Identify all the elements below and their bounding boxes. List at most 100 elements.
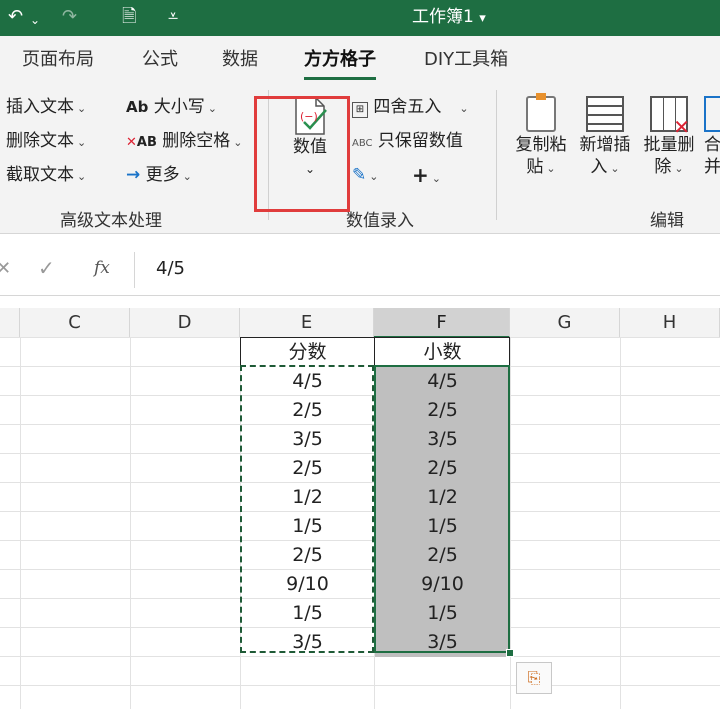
arrow-right-icon: → xyxy=(126,165,141,185)
keep-numbers-label: 只保留数值 xyxy=(377,131,463,151)
highlight-box xyxy=(254,96,350,212)
tab-diy-toolbox[interactable]: DIY工具箱 xyxy=(424,48,508,72)
group-label-edit: 编辑 xyxy=(650,211,684,231)
pencil-icon: ✎ xyxy=(352,165,367,185)
merge-icon xyxy=(704,96,720,132)
ab-glyph: AB xyxy=(136,135,157,150)
formula-bar-divider xyxy=(134,252,135,288)
chevron-down-icon: ⌄ xyxy=(77,102,87,115)
grid-line xyxy=(20,338,21,709)
fill-handle[interactable] xyxy=(506,649,514,657)
group-label-advanced-text: 高级文本处理 xyxy=(60,211,162,231)
formula-input[interactable]: 4/5 xyxy=(156,258,185,279)
tab-fangfang-gezi[interactable]: 方方格子 xyxy=(304,48,376,80)
grid-line xyxy=(130,338,131,709)
remove-spaces-icon: ✕AB xyxy=(126,135,157,150)
chevron-down-icon: ⌄ xyxy=(369,170,379,183)
tab-data[interactable]: 数据 xyxy=(222,48,258,72)
formula-bar: ✕ ✓ fx 4/5 xyxy=(0,244,720,296)
abc-icon: ABC xyxy=(352,138,373,149)
batch-delete-label-2: 除 xyxy=(654,157,672,177)
copy-paste-label-1: 复制粘 xyxy=(515,135,567,155)
chevron-down-icon: ⌄ xyxy=(233,136,243,149)
paste-options-icon[interactable]: ⎘ xyxy=(516,662,552,694)
case-icon: Ab xyxy=(126,98,149,116)
round-label: 四舍五入 xyxy=(373,97,442,117)
column-header-h[interactable]: H xyxy=(620,308,720,338)
workbook-title: 工作簿1 xyxy=(412,7,474,27)
chevron-down-icon: ⌄ xyxy=(459,102,469,115)
header-cell-decimal[interactable]: 小数 xyxy=(375,338,510,367)
customize-toolbar-icon[interactable]: ⩡ xyxy=(168,6,178,28)
insert-function-icon[interactable]: fx xyxy=(94,258,110,278)
table-border xyxy=(374,337,375,367)
grid-line xyxy=(620,338,621,709)
doc-icon[interactable]: 🗎 xyxy=(122,6,136,28)
column-header-d[interactable]: D xyxy=(130,308,240,338)
merge-button[interactable]: 合 并 xyxy=(704,96,720,178)
round-icon: ⊞ xyxy=(352,102,368,118)
title-bar: ↶ ⌄ ↷ 🗎 ⩡ 工作簿1 ▾ xyxy=(0,0,720,36)
column-header-f[interactable]: F xyxy=(374,308,510,338)
copy-paste-button[interactable]: 复制粘 贴 ⌄ xyxy=(512,93,570,180)
cancel-icon[interactable]: ✕ xyxy=(0,258,11,279)
copy-marquee xyxy=(240,365,374,653)
chevron-down-icon: ⌄ xyxy=(77,170,87,183)
extract-text-button[interactable]: 截取文本 ⌄ xyxy=(6,164,86,188)
chevron-down-icon: ⌄ xyxy=(77,136,87,149)
insert-text-label: 插入文本 xyxy=(6,97,74,117)
confirm-icon[interactable]: ✓ xyxy=(38,256,55,280)
remove-spaces-button[interactable]: ✕AB 删除空格 ⌄ xyxy=(126,130,243,154)
more-button[interactable]: → 更多 ⌄ xyxy=(126,164,192,188)
column-header-e[interactable]: E xyxy=(240,308,374,338)
redo-icon[interactable]: ↷ xyxy=(62,6,77,28)
chevron-down-icon: ⌄ xyxy=(182,170,192,183)
batch-delete-button[interactable]: ✕ 批量删 除 ⌄ xyxy=(640,96,698,180)
header-cell-fraction[interactable]: 分数 xyxy=(241,338,374,367)
insert-rows-button[interactable]: 新增插 入 ⌄ xyxy=(576,96,634,180)
undo-icon[interactable]: ↶ xyxy=(8,6,23,28)
title-chevron-icon[interactable]: ▾ xyxy=(479,11,486,26)
row-header-corner[interactable] xyxy=(0,308,20,338)
add-dropdown-button[interactable]: + ⌄ xyxy=(412,164,441,190)
insert-rows-icon xyxy=(586,96,624,132)
window-title: 工作簿1 ▾ xyxy=(412,6,486,30)
plus-icon: + xyxy=(412,163,429,187)
insert-text-button[interactable]: 插入文本 ⌄ xyxy=(6,96,86,120)
extract-text-label: 截取文本 xyxy=(6,165,74,185)
table-border xyxy=(509,337,510,367)
grid-line xyxy=(0,685,720,686)
clip-icon xyxy=(536,93,546,100)
ribbon-tabs: 页面布局 公式 数据 方方格子 DIY工具箱 xyxy=(0,36,720,82)
round-button[interactable]: ⊞ 四舍五入 ⌄ xyxy=(352,96,469,120)
table-border xyxy=(240,337,510,338)
tab-page-layout[interactable]: 页面布局 xyxy=(22,48,94,72)
batch-delete-icon: ✕ xyxy=(650,96,690,138)
merge-label-2: 并 xyxy=(704,157,720,177)
x-mark-icon: ✕ xyxy=(673,115,690,139)
chevron-down-icon: ⌄ xyxy=(207,102,217,115)
case-button[interactable]: Ab 大小写 ⌄ xyxy=(126,96,217,120)
column-header-c[interactable]: C xyxy=(20,308,130,338)
chevron-down-icon: ⌄ xyxy=(674,162,684,175)
chevron-down-icon: ⌄ xyxy=(546,162,556,175)
undo-chevron-icon[interactable]: ⌄ xyxy=(30,9,40,31)
chevron-down-icon: ⌄ xyxy=(431,172,441,185)
remove-spaces-label: 删除空格 xyxy=(162,131,231,151)
column-header-g[interactable]: G xyxy=(510,308,620,338)
insert-rows-label-2: 入 xyxy=(590,157,608,177)
x-mark-icon: ✕ xyxy=(126,135,137,150)
delete-text-button[interactable]: 删除文本 ⌄ xyxy=(6,130,86,154)
group-label-value-entry: 数值录入 xyxy=(346,211,414,231)
delete-text-label: 删除文本 xyxy=(6,131,74,151)
table-border xyxy=(240,337,241,367)
edit-dropdown-button[interactable]: ✎ ⌄ xyxy=(352,164,378,188)
more-label: 更多 xyxy=(145,165,180,185)
merge-label-1: 合 xyxy=(704,135,720,155)
insert-rows-label-1: 新增插 xyxy=(579,135,631,155)
group-divider xyxy=(496,90,497,220)
keep-numbers-button[interactable]: ABC 只保留数值 xyxy=(352,130,463,155)
ribbon: 插入文本 ⌄ 删除文本 ⌄ 截取文本 ⌄ Ab 大小写 ⌄ ✕AB 删除空格 ⌄ → 更多… xyxy=(0,82,720,234)
tab-formulas[interactable]: 公式 xyxy=(142,48,178,72)
case-label: 大小写 xyxy=(153,97,205,117)
